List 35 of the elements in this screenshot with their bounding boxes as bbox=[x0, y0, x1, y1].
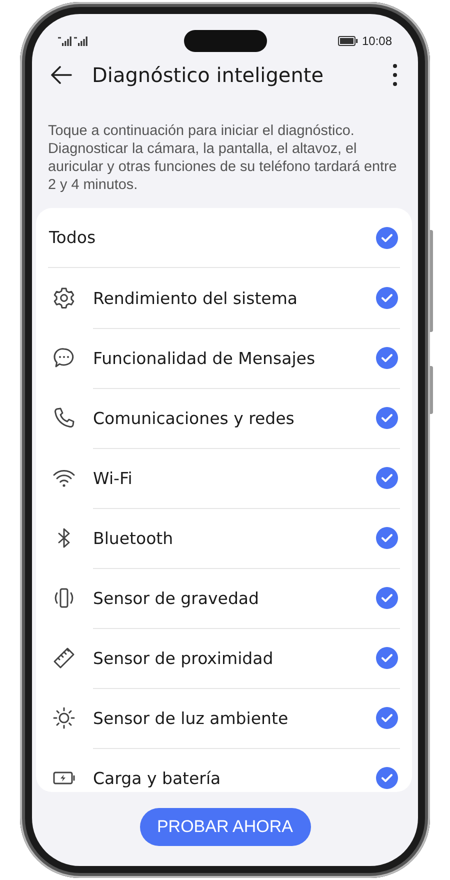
more-icon bbox=[392, 63, 398, 87]
checked-checkbox[interactable] bbox=[376, 347, 398, 369]
list-item[interactable]: Sensor de proximidad bbox=[36, 628, 412, 688]
checked-checkbox[interactable] bbox=[376, 407, 398, 429]
list-item[interactable]: Rendimiento del sistema bbox=[36, 268, 412, 328]
list-item[interactable]: Sensor de luz ambiente bbox=[36, 688, 412, 748]
page-title: Diagnóstico inteligente bbox=[92, 63, 325, 87]
list-item[interactable]: Sensor de gravedad bbox=[36, 568, 412, 628]
list-item[interactable]: Comunicaciones y redes bbox=[36, 388, 412, 448]
description-text: Toque a continuación para iniciar el diagnóstico. Diagnosticar la cámara, la pantalla, el altavoz, el auricular y otras funciones de su teléfono tardará entre 2 y 4 minutos. bbox=[48, 122, 398, 194]
checked-checkbox[interactable] bbox=[376, 226, 398, 248]
phone-icon bbox=[52, 406, 76, 430]
rotating-phone-icon bbox=[52, 586, 76, 610]
checked-checkbox[interactable] bbox=[376, 287, 398, 309]
battery-icon bbox=[338, 36, 358, 46]
list-item[interactable]: Bluetooth bbox=[36, 508, 412, 568]
list-item[interactable]: Funcionalidad de Mensajes bbox=[36, 328, 412, 388]
chat-bubble-icon bbox=[52, 346, 76, 370]
clock-time: 10:08 bbox=[362, 34, 392, 48]
checked-checkbox[interactable] bbox=[376, 467, 398, 489]
signal-icon bbox=[74, 36, 88, 46]
gear-icon bbox=[52, 286, 76, 310]
ruler-icon bbox=[52, 646, 76, 670]
sun-icon bbox=[52, 706, 76, 730]
back-button[interactable] bbox=[50, 66, 72, 84]
test-now-button[interactable]: PROBAR AHORA bbox=[140, 808, 310, 846]
signal-icon bbox=[58, 36, 72, 46]
checked-checkbox[interactable] bbox=[376, 587, 398, 609]
checked-checkbox[interactable] bbox=[376, 767, 398, 789]
checked-checkbox[interactable] bbox=[376, 707, 398, 729]
checked-checkbox[interactable] bbox=[376, 647, 398, 669]
list-item[interactable]: Carga y batería bbox=[36, 748, 412, 792]
checked-checkbox[interactable] bbox=[376, 527, 398, 549]
list-item[interactable]: Wi-Fi bbox=[36, 448, 412, 508]
back-arrow-icon bbox=[50, 66, 72, 84]
